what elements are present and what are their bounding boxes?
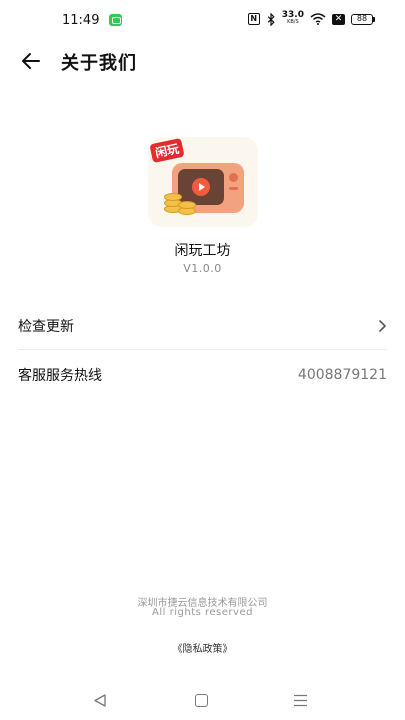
status-icons: N 33.0 KB/S ✕ 88 [247,10,375,26]
no-sim-icon: ✕ [332,13,345,25]
tv-knob [229,173,238,182]
check-update-row[interactable]: 检查更新 [18,302,387,350]
status-bar: 11:49 N 33.0 KB/S ✕ 88 [0,0,405,40]
nav-back-icon[interactable] [94,694,106,707]
hotline-label: 客服服务热线 [18,368,102,384]
status-time: 11:49 [62,13,100,28]
tv-screen [178,169,224,205]
copyright-text: All rights reserved [152,607,253,618]
network-speed-unit: KB/S [287,19,299,25]
coin-icon [178,201,196,209]
system-nav-bar [0,686,405,716]
app-version: V1.0.0 [183,262,222,275]
header: 关于我们 [0,40,405,82]
battery-cap [373,16,375,22]
nfc-icon: N [247,13,260,25]
battery-level: 88 [351,13,373,25]
tv-knob-slot [229,187,238,190]
nav-home-icon[interactable] [195,694,208,707]
bluetooth-icon [267,12,275,26]
hotline-number[interactable]: 4008879121 [298,367,387,383]
wifi-icon [310,13,326,25]
app-name: 闲玩工坊 [174,243,231,259]
play-icon [192,178,210,196]
chevron-right-icon [379,319,386,332]
privacy-policy-link[interactable]: 《隐私政策》 [0,640,405,655]
coin-icon [164,193,182,201]
logo-tag: 闲玩 [148,137,186,165]
page-title: 关于我们 [61,53,137,74]
message-app-icon [109,14,122,26]
check-update-label: 检查更新 [18,318,74,335]
nav-recents-icon[interactable] [293,694,308,707]
network-speed: 33.0 KB/S [281,10,304,26]
back-arrow-icon[interactable] [18,48,44,74]
network-speed-value: 33.0 [281,10,304,20]
app-logo: 闲玩 [148,137,258,227]
battery-icon: 88 [351,13,375,25]
hotline-row[interactable]: 客服服务热线 4008879121 [18,351,387,399]
